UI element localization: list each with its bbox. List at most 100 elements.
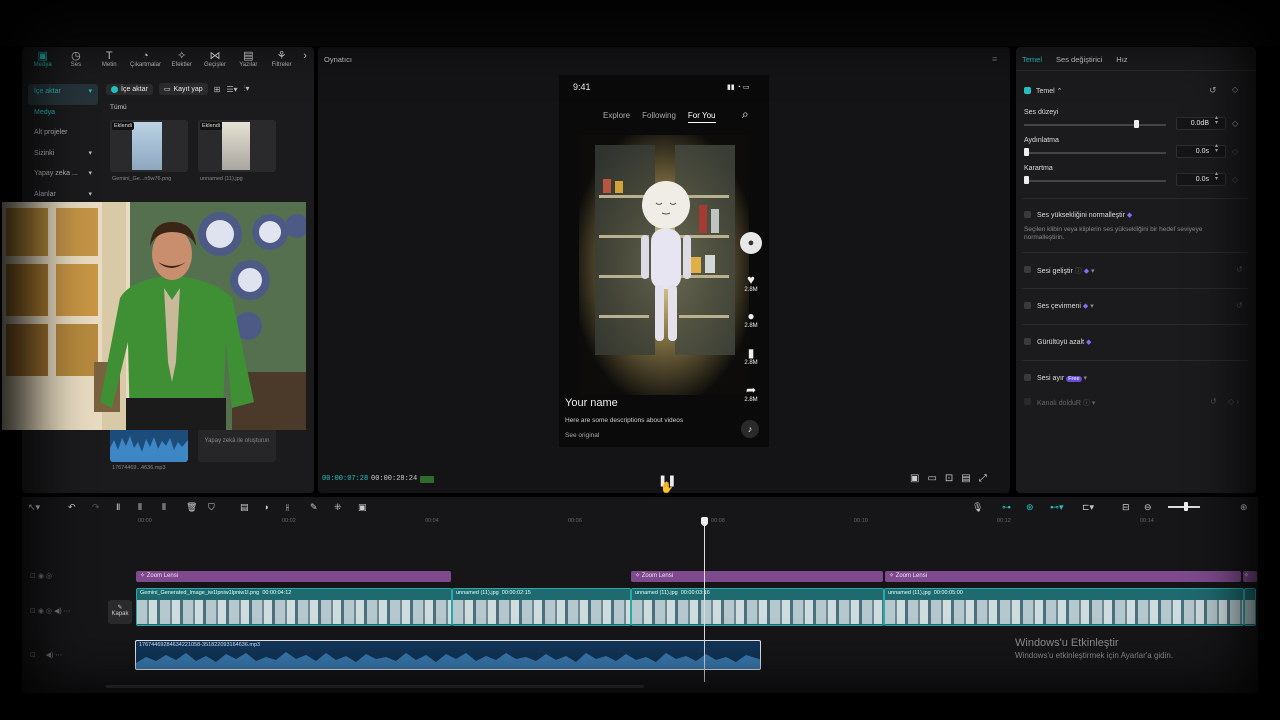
caption-icon[interactable]: ▤ <box>240 502 249 513</box>
audio-toggle-icon[interactable]: ◀) <box>46 652 54 659</box>
import-button[interactable]: İçe aktar <box>106 83 153 95</box>
crop-tool-icon[interactable]: ▣ <box>358 502 367 513</box>
media-item[interactable]: Eklendi <box>198 120 276 172</box>
snap-icon[interactable]: ⊷▾ <box>1050 502 1064 513</box>
grid-view-icon[interactable]: ⊞ <box>214 85 221 94</box>
sidenav-ai[interactable]: Yapay zeka ... ▾ <box>28 166 98 187</box>
zoom-effect-clip[interactable]: ✧ Zoom Lensi <box>885 571 1241 582</box>
link-icon[interactable]: ⊶ <box>1002 502 1011 513</box>
zoom-in-icon[interactable]: ⊕ <box>1240 502 1248 513</box>
audio-clip[interactable]: 17674469284634221058-351822093164636.mp3 <box>135 640 761 670</box>
basic-checkbox[interactable] <box>1024 87 1031 94</box>
reset-icon[interactable]: ↺ <box>1236 301 1243 310</box>
fade-in-knob[interactable] <box>1024 148 1029 156</box>
shield-icon[interactable]: ⛉ <box>208 502 215 513</box>
translator-checkbox[interactable] <box>1024 302 1031 309</box>
visibility-icon[interactable]: ◎ <box>46 608 52 615</box>
tab-speed[interactable]: Hız <box>1116 55 1127 64</box>
keyframe-icon[interactable]: ◇ <box>1232 119 1238 128</box>
sidenav-import[interactable]: İçe aktar ▾ <box>28 84 98 105</box>
snapshot-icon[interactable]: ▣ <box>910 473 919 484</box>
zoom-effect-clip[interactable]: ✧ <box>1243 571 1257 582</box>
zoom-out-icon[interactable]: ⊖ <box>1144 502 1152 513</box>
fullscreen-icon[interactable]: ⤢ <box>979 473 987 484</box>
mask-icon[interactable]: ◗ <box>264 502 269 512</box>
select-tool-icon[interactable]: ↖▾ <box>28 502 40 513</box>
eye-icon[interactable]: ◉ <box>38 573 44 580</box>
tab-effects[interactable]: ✧ Efektler <box>165 50 198 76</box>
video-clip[interactable]: unnamed (11).jpg 00:00:05:00 <box>884 588 1244 626</box>
separate-checkbox[interactable] <box>1024 374 1031 381</box>
audio-toggle-icon[interactable]: ◀) <box>54 608 62 615</box>
adjust-icon[interactable]: ⫲ <box>286 502 289 513</box>
more-icon[interactable]: ⋯ <box>55 652 62 659</box>
ai-generate-box[interactable]: Yapay zekâ ile oluşturun <box>198 428 276 462</box>
magic-icon[interactable]: ✎ <box>310 502 318 513</box>
volume-stepper[interactable]: ▴ ▾ <box>1215 115 1218 126</box>
tab-stickers[interactable]: ◔ Çıkartmalar <box>126 50 165 76</box>
record-button[interactable]: ▭ Kayıt yap <box>158 83 208 95</box>
tab-voice-changer[interactable]: Ses değiştirici <box>1056 55 1102 64</box>
video-clip[interactable] <box>1244 588 1256 626</box>
playhead-line[interactable] <box>704 522 705 682</box>
split-icon[interactable]: Ⅱ <box>116 502 120 513</box>
preview-axis-icon[interactable]: ⊏▾ <box>1082 502 1094 513</box>
visibility-icon[interactable]: ◎ <box>46 573 52 580</box>
sort-icon[interactable]: ☰▾ <box>226 85 237 94</box>
playhead-handle[interactable] <box>701 517 708 526</box>
tab-basic[interactable]: Temel <box>1022 55 1042 64</box>
tab-transitions[interactable]: ⋈ Geçişler <box>198 50 231 76</box>
freeze-icon[interactable]: ⁜ <box>334 502 342 513</box>
denoise-checkbox[interactable] <box>1024 338 1031 345</box>
split-left-icon[interactable]: ⦀ <box>138 502 142 513</box>
timeline-scrollbar[interactable] <box>106 685 644 688</box>
lock-icon[interactable]: ⊡ <box>30 608 36 615</box>
tab-filters[interactable]: ⚘ Filtreler <box>265 50 298 76</box>
normalize-checkbox[interactable] <box>1024 211 1031 218</box>
fade-out-input[interactable]: 0.0s <box>1176 173 1226 186</box>
cover-button[interactable]: ✎ Kapak <box>108 600 132 624</box>
tab-captions[interactable]: ▤ Yazılar <box>232 50 265 76</box>
reset-icon[interactable]: ↺ <box>1209 85 1217 96</box>
video-clip[interactable]: unnamed (11).jpg 00:00:03:16 <box>631 588 884 626</box>
volume-slider[interactable] <box>1024 124 1166 126</box>
audio-media-item[interactable] <box>110 428 188 462</box>
lock-icon[interactable]: ⊡ <box>30 652 36 659</box>
tabs-next-button[interactable]: › <box>298 50 312 76</box>
sidenav-yours[interactable]: Sizinki ▾ <box>28 146 98 167</box>
microphone-icon[interactable]: 🎙 <box>972 502 983 513</box>
fade-out-knob[interactable] <box>1024 176 1029 184</box>
lock-icon[interactable]: ⊡ <box>30 573 36 580</box>
keyframe-icon[interactable]: ◇ <box>1232 85 1238 94</box>
undo-icon[interactable]: ↶ <box>68 502 76 513</box>
reset-icon[interactable]: ↺ <box>1210 397 1217 406</box>
video-clip[interactable]: Gemini_Generated_Image_iw1lpniw1lpniw1l.… <box>136 588 452 626</box>
eye-icon[interactable]: ◉ <box>38 608 44 615</box>
zoom-effect-clip[interactable]: ✧ Zoom Lensi <box>631 571 883 582</box>
tab-text[interactable]: T Metin <box>93 50 126 76</box>
delete-icon[interactable]: 🗑 <box>186 502 197 513</box>
crop-icon[interactable]: ⊡ <box>945 473 953 484</box>
split-right-icon[interactable]: ⦀ <box>162 502 166 513</box>
sidenav-subprojects[interactable]: Alt projeler <box>28 125 98 146</box>
filter-all-label[interactable]: Tümü <box>110 104 312 111</box>
reset-icon[interactable]: ↺ <box>1236 265 1243 274</box>
fade-out-slider[interactable] <box>1024 180 1166 182</box>
magnet-icon[interactable]: ⊛ <box>1026 502 1034 513</box>
more-icon[interactable]: ⋯ <box>64 608 71 615</box>
sidenav-media[interactable]: Medya <box>28 105 98 126</box>
media-item[interactable]: Eklendi <box>110 120 188 172</box>
fit-icon[interactable]: ⊟ <box>1122 502 1130 513</box>
tab-media[interactable]: ▣ Medya <box>26 50 59 76</box>
fade-in-stepper[interactable]: ▴ ▾ <box>1215 143 1218 154</box>
fade-in-input[interactable]: 0.0s <box>1176 145 1226 158</box>
tab-audio[interactable]: ◷ Ses <box>59 50 92 76</box>
zoom-effect-clip[interactable]: ✧ Zoom Lensi <box>136 571 451 582</box>
zoom-knob[interactable] <box>1184 502 1188 511</box>
channel-checkbox[interactable] <box>1024 398 1031 405</box>
enhance-checkbox[interactable] <box>1024 266 1031 273</box>
fade-out-stepper[interactable]: ▴ ▾ <box>1215 171 1218 182</box>
video-clip[interactable]: unnamed (11).jpg 00:00:02:15 <box>452 588 631 626</box>
ratio-icon[interactable]: ▭ <box>927 473 936 484</box>
quality-icon[interactable]: ▤ <box>961 473 970 484</box>
